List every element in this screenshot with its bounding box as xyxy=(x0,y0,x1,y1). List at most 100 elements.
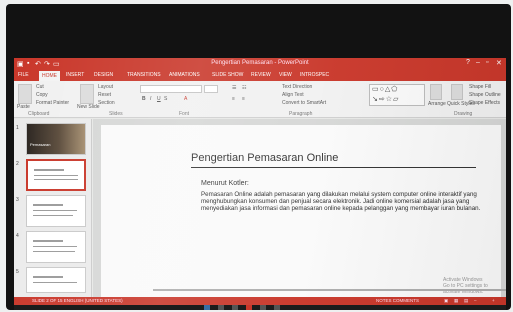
ribbon-tabs: FILE HOME INSERT DESIGN TRANSITIONS ANIM… xyxy=(14,71,506,81)
thumbnail-line xyxy=(33,282,77,283)
drawing-group-label: Drawing xyxy=(454,111,473,117)
font-color-icon[interactable]: A xyxy=(184,96,187,102)
explorer-icon[interactable] xyxy=(232,305,238,310)
shape-fill-button[interactable]: Shape Fill xyxy=(469,84,491,90)
slides-group-label: Slides xyxy=(109,111,123,117)
bold-icon[interactable]: B xyxy=(142,96,146,102)
powerpoint-icon[interactable] xyxy=(246,305,252,310)
slide-title[interactable]: Pengertian Pemasaran Online xyxy=(191,152,338,164)
activate-windows-watermark: Activate Windows Go to PC settings to ac… xyxy=(443,277,501,295)
tab-transitions[interactable]: TRANSITIONS xyxy=(127,72,161,78)
tab-animations[interactable]: ANIMATIONS xyxy=(169,72,200,78)
thumbnail-line xyxy=(33,276,63,278)
clipboard-group-label: Clipboard xyxy=(28,111,50,117)
thumbnail-number: 3 xyxy=(16,197,19,203)
underline-icon[interactable]: U xyxy=(157,96,161,102)
thumbnail-number: 4 xyxy=(16,233,19,239)
slide-subtitle[interactable]: Menurut Kotler: xyxy=(201,180,249,187)
font-size-dropdown[interactable] xyxy=(204,85,218,93)
window-title: Pengertian Pemasaran - PowerPoint xyxy=(211,60,309,66)
tab-design[interactable]: DESIGN xyxy=(94,72,113,78)
maximize-icon[interactable]: ▫ xyxy=(486,59,488,66)
italic-icon[interactable]: I xyxy=(150,96,151,102)
thumbnail-line xyxy=(33,204,63,206)
arrange-icon[interactable] xyxy=(430,84,442,100)
paragraph-group-label: Paragraph xyxy=(289,111,313,117)
zoom-in-icon[interactable]: + xyxy=(492,298,495,303)
thumbnail-line xyxy=(33,251,75,252)
thumbnail-line xyxy=(33,215,73,216)
slide-body-text[interactable]: Pemasaran Online adalah pemasaran yang d… xyxy=(201,191,483,213)
slide-thumbnail-3[interactable] xyxy=(26,195,86,227)
slide-editing-area: Pengertian Pemasaran Online Menurut Kotl… xyxy=(93,119,506,297)
slide-thumbnail-4[interactable] xyxy=(26,231,86,263)
zoom-out-icon[interactable]: – xyxy=(474,298,477,303)
quick-styles-icon[interactable] xyxy=(451,84,463,100)
new-slide-button[interactable]: New Slide xyxy=(77,104,100,110)
tab-home[interactable]: HOME xyxy=(39,71,60,81)
slide-thumbnail-2[interactable] xyxy=(26,159,86,191)
windows-taskbar xyxy=(14,305,506,310)
minimize-icon[interactable]: – xyxy=(476,59,480,66)
thumbnail-line xyxy=(34,169,64,171)
thumbnail-line xyxy=(34,179,78,180)
thumbnail-number: 1 xyxy=(16,125,19,131)
align-text-button[interactable]: Align Text xyxy=(282,92,304,98)
view-normal-icon[interactable]: ▣ xyxy=(444,298,448,304)
slide-thumbnail-5[interactable] xyxy=(26,267,86,293)
thumbnail-title: Pemasaran xyxy=(30,142,51,147)
tab-view[interactable]: VIEW xyxy=(279,72,292,78)
paste-button[interactable]: Paste xyxy=(17,104,30,110)
tab-insert[interactable]: INSERT xyxy=(66,72,84,78)
font-group-label: Font xyxy=(179,111,190,117)
store-icon[interactable] xyxy=(260,305,266,310)
word-icon[interactable] xyxy=(274,305,280,310)
powerpoint-window: ▣ ▪ ↶ ↷ ▭ Pengertian Pemasaran - PowerPo… xyxy=(14,58,506,305)
convert-smartart-button[interactable]: Convert to SmartArt xyxy=(282,100,326,106)
align-center-icon[interactable]: ≡ xyxy=(242,96,245,102)
slide-thumbnail-1[interactable]: Pemasaran xyxy=(26,123,86,155)
shapes-gallery[interactable]: ▭○△⬠ ↘⇨☆▱ xyxy=(369,84,425,106)
paste-icon[interactable] xyxy=(18,84,32,104)
help-icon[interactable]: ? xyxy=(466,59,470,66)
title-bar: ▣ ▪ ↶ ↷ ▭ Pengertian Pemasaran - PowerPo… xyxy=(14,58,506,71)
new-slide-icon[interactable] xyxy=(80,84,94,104)
font-name-dropdown[interactable] xyxy=(140,85,202,93)
bullets-icon[interactable]: ☰ xyxy=(232,85,236,91)
slide-canvas[interactable]: Pengertian Pemasaran Online Menurut Kotl… xyxy=(101,125,501,297)
thumbnail-line xyxy=(33,210,77,211)
strikethrough-icon[interactable]: S xyxy=(164,96,167,102)
horizontal-scrollbar[interactable] xyxy=(153,289,506,291)
tab-file[interactable]: FILE xyxy=(18,72,29,78)
start-icon[interactable] xyxy=(204,305,210,310)
numbering-icon[interactable]: ☷ xyxy=(242,85,246,91)
text-direction-button[interactable]: Text Direction xyxy=(282,84,312,90)
tab-slide-show[interactable]: SLIDE SHOW xyxy=(212,72,243,78)
arrange-button[interactable]: Arrange xyxy=(428,101,446,107)
status-slide-info: SLIDE 2 OF 15 ENGLISH (UNITED STATES) xyxy=(32,298,123,303)
thumbnail-number: 2 xyxy=(16,161,19,167)
shape-outline-button[interactable]: Shape Outline xyxy=(469,92,501,98)
view-sorter-icon[interactable]: ▦ xyxy=(454,298,458,304)
reset-button[interactable]: Reset xyxy=(98,92,111,98)
title-underline xyxy=(191,167,476,168)
format-painter-button[interactable]: Format Painter xyxy=(36,100,69,106)
ie-icon[interactable] xyxy=(218,305,224,310)
thumbnail-line xyxy=(33,246,77,247)
copy-button[interactable]: Copy xyxy=(36,92,48,98)
status-notes-comments[interactable]: NOTES COMMENTS xyxy=(376,298,419,303)
status-bar: SLIDE 2 OF 15 ENGLISH (UNITED STATES) NO… xyxy=(14,297,506,305)
photo-background: ▣ ▪ ↶ ↷ ▭ Pengertian Pemasaran - PowerPo… xyxy=(0,0,513,312)
cut-button[interactable]: Cut xyxy=(36,84,44,90)
align-left-icon[interactable]: ≡ xyxy=(232,96,235,102)
thumbnail-line xyxy=(34,175,78,176)
layout-button[interactable]: Layout xyxy=(98,84,113,90)
thumbnail-number: 5 xyxy=(16,269,19,275)
view-reading-icon[interactable]: ▤ xyxy=(464,298,468,304)
close-icon[interactable]: ✕ xyxy=(496,59,502,67)
thumbnail-line xyxy=(33,240,63,242)
tab-introspec[interactable]: INTROSPEC xyxy=(300,72,329,78)
shape-effects-button[interactable]: Shape Effects xyxy=(469,100,500,106)
section-button[interactable]: Section xyxy=(98,100,115,106)
tab-review[interactable]: REVIEW xyxy=(251,72,271,78)
